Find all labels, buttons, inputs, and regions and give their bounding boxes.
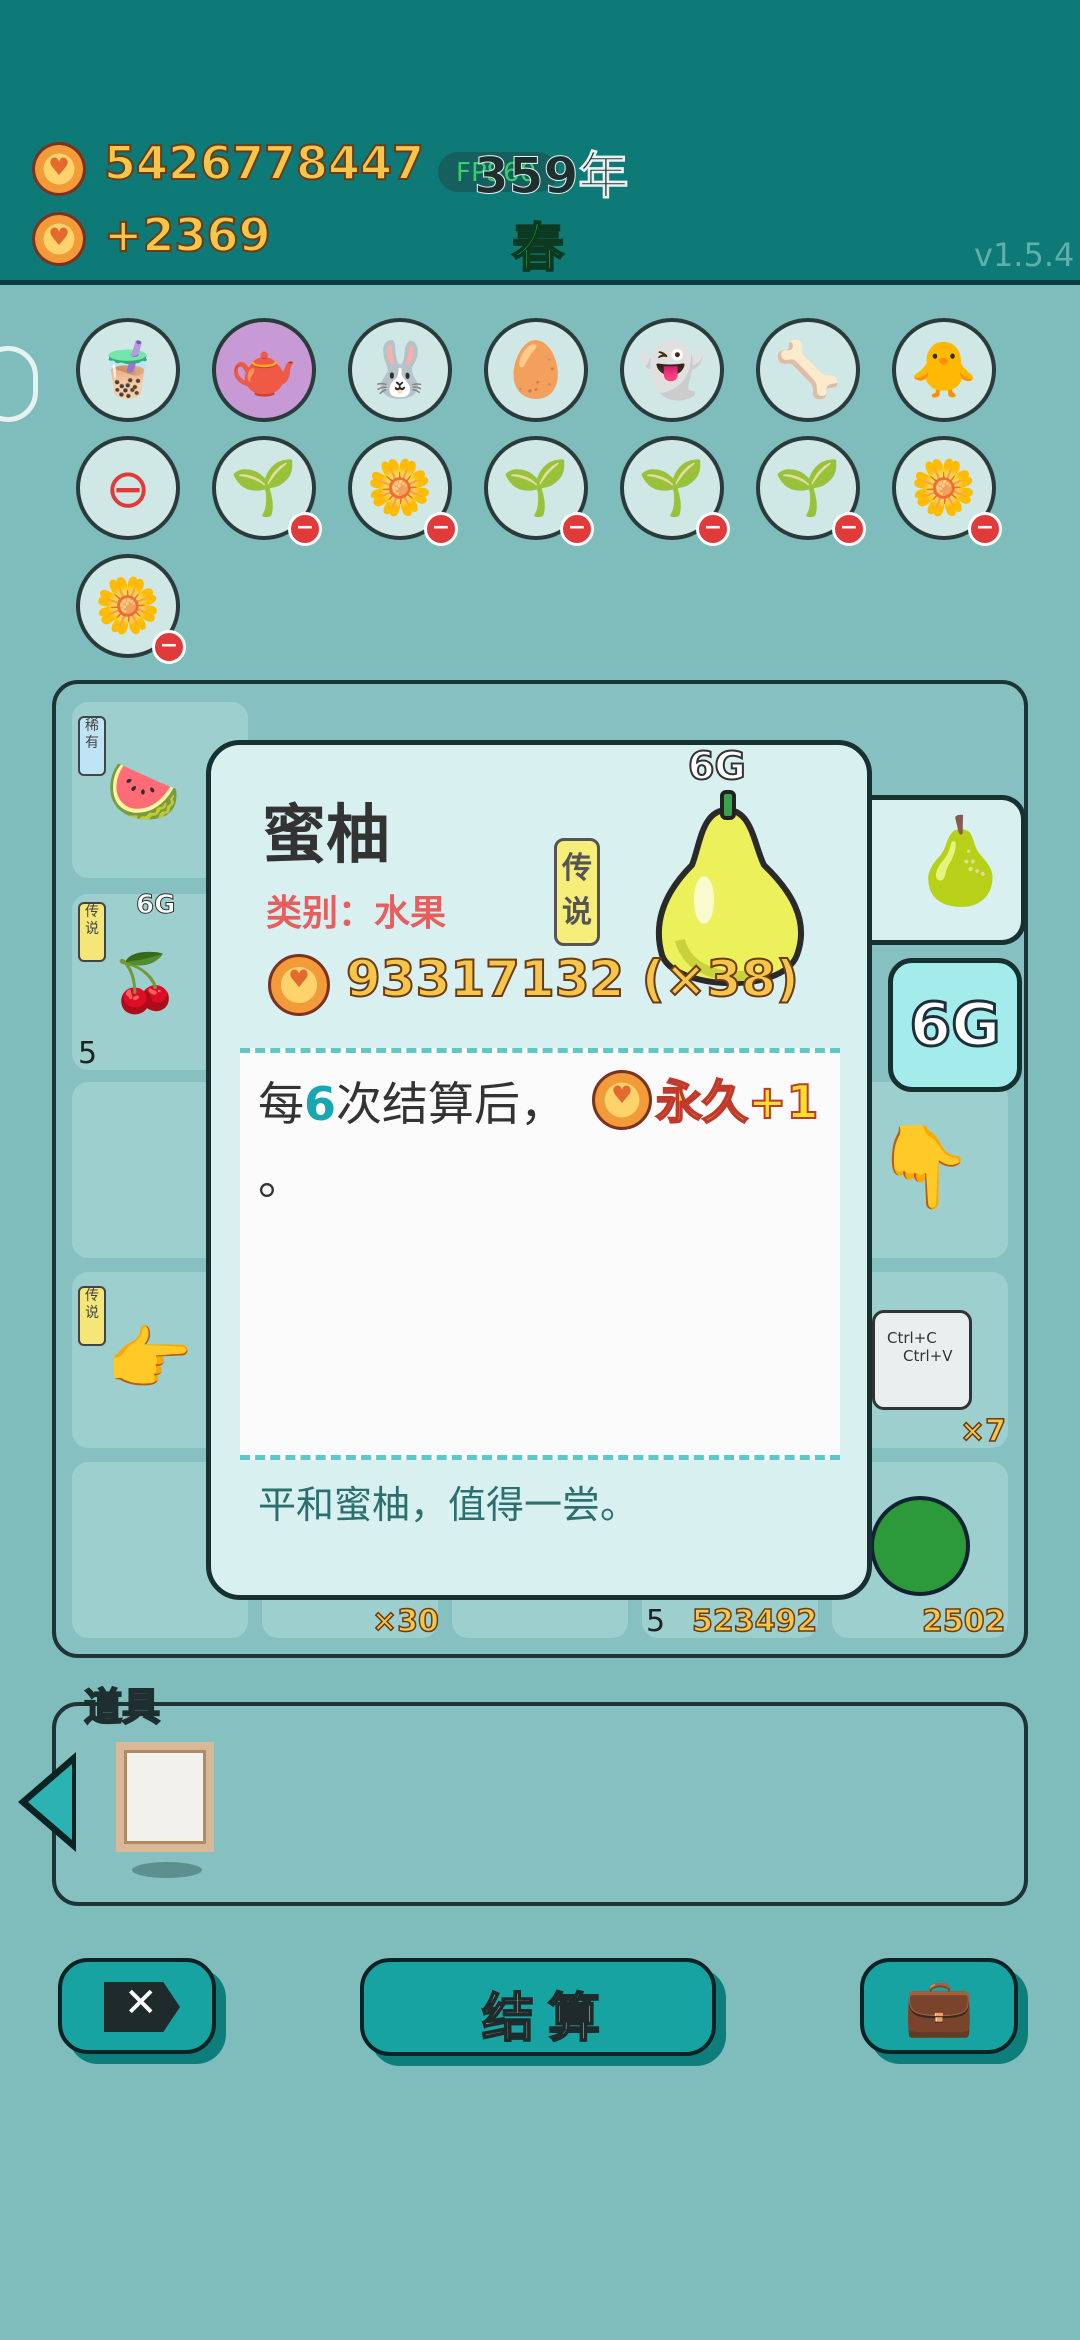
- pointing-hand-icon: 👇: [874, 1120, 974, 1213]
- flavor-text: 平和蜜柚，值得一尝。: [258, 1483, 639, 1527]
- props-title: 道具: [83, 1684, 161, 1730]
- rarity-badge: 传说: [554, 838, 600, 946]
- item-gen-label: 6G: [687, 743, 747, 789]
- clipboard-line: Ctrl+V: [903, 1347, 953, 1365]
- remove-icon[interactable]: −: [152, 630, 186, 664]
- rarity-tag-legend: 传说: [78, 902, 106, 962]
- remove-icon[interactable]: −: [424, 512, 458, 546]
- remove-icon[interactable]: −: [288, 512, 322, 546]
- slot-egg-tray[interactable]: 🥚: [484, 318, 588, 422]
- generation-badge: 6G: [888, 958, 1022, 1092]
- cell-count: 5: [78, 1036, 98, 1071]
- top-status-bar: 5426778447 +2369 FPS60 359年 春 v1.5.4: [0, 0, 1080, 285]
- slot-removal-token[interactable]: ⊖: [76, 436, 180, 540]
- slot-pet-bowl[interactable]: 🦴: [756, 318, 860, 422]
- item-value: 93317132 (×38): [345, 949, 800, 1009]
- settle-label: 结算: [481, 1988, 615, 2050]
- effect-prefix: 每: [258, 1077, 304, 1131]
- item-name: 蜜柚: [262, 799, 390, 873]
- slot-gravy-boat[interactable]: 🫖: [212, 318, 316, 422]
- cell-count: 5: [646, 1604, 666, 1639]
- slot-chick[interactable]: 🐥: [892, 318, 996, 422]
- cell-count: 2502: [921, 1603, 1006, 1640]
- cell-count: ×7: [959, 1413, 1007, 1450]
- item-shadow: [132, 1862, 202, 1878]
- copy-paste-card: Ctrl+C Ctrl+V: [872, 1310, 972, 1410]
- value-coin-icon: [268, 954, 330, 1016]
- clipboard-line: Ctrl+C: [887, 1329, 937, 1347]
- effect-text: 每6次结算后，: [258, 1068, 566, 1134]
- remove-icon[interactable]: −: [968, 512, 1002, 546]
- income-coin-icon: [32, 212, 86, 266]
- pointing-hand-icon: 👉: [106, 1318, 194, 1400]
- cherries-icon: 🍒: [110, 951, 180, 1016]
- slot-rabbit[interactable]: 🐰: [348, 318, 452, 422]
- remove-icon[interactable]: −: [560, 512, 594, 546]
- coin-icon: [32, 142, 86, 196]
- watermelon-icon: [870, 1496, 970, 1596]
- effect-interval: 6: [304, 1077, 337, 1131]
- remove-icon[interactable]: −: [832, 512, 866, 546]
- effect-mid: 次结算后，: [336, 1077, 567, 1131]
- scroll-left-arrow-fill: [28, 1764, 72, 1840]
- income-per-round: +2369: [103, 207, 272, 263]
- gen-label: 6G: [135, 890, 176, 921]
- year-label: 359年: [473, 147, 629, 206]
- version-label: v1.5.4: [974, 236, 1075, 274]
- watermelon-slice-icon: 🍉: [106, 757, 181, 827]
- effect-bonus: 永久+1: [655, 1074, 820, 1130]
- season-label: 春: [511, 218, 565, 280]
- briefcase-icon: 💼: [904, 1975, 974, 2040]
- slot-ghost[interactable]: 👻: [620, 318, 724, 422]
- remove-icon[interactable]: −: [696, 512, 730, 546]
- rarity-tag-rare: 稀有: [78, 716, 106, 776]
- rarity-tag-legend: 传说: [78, 1286, 106, 1346]
- picture-frame-icon[interactable]: [116, 1742, 214, 1852]
- cell-count: 523492: [691, 1603, 818, 1640]
- slot-bubble-tea[interactable]: 🧋: [76, 318, 180, 422]
- pomelo-mini-icon: 🍐: [908, 812, 1013, 910]
- effect-end: 。: [258, 1151, 304, 1205]
- total-coins: 5426778447: [103, 135, 425, 191]
- cell-count: ×30: [371, 1603, 439, 1640]
- bonus-coin-icon: [592, 1070, 652, 1130]
- item-category: 类别：水果: [266, 893, 447, 934]
- close-icon: ✕: [124, 1980, 158, 2026]
